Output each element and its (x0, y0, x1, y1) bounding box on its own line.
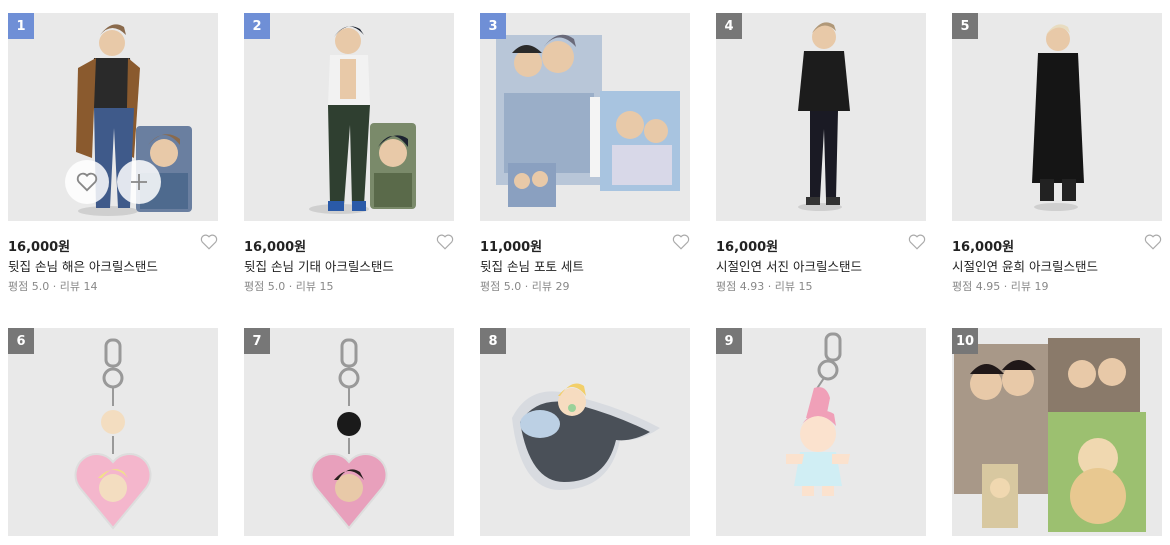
product-thumbnail[interactable]: 7 (244, 328, 454, 536)
product-meta: 평점 4.93 · 리뷰 15 (716, 280, 813, 293)
product-reviews: 리뷰 15 (774, 280, 813, 293)
product-card[interactable]: 8 (480, 328, 690, 536)
product-image (496, 34, 680, 207)
rank-badge: 3 (480, 13, 506, 39)
product-image (309, 26, 416, 214)
product-name[interactable]: 뒷집 손님 해은 아크릴스탠드 (8, 256, 158, 275)
product-card[interactable]: 6 (8, 328, 218, 536)
rank-badge: 1 (8, 13, 34, 39)
rank-badge: 6 (8, 328, 34, 354)
product-thumbnail[interactable]: 4 (716, 13, 926, 221)
product-meta: 평점 4.95 · 리뷰 19 (952, 280, 1049, 293)
product-image (74, 338, 152, 530)
product-thumbnail[interactable]: 8 (480, 328, 690, 536)
product-card[interactable]: 7 (244, 328, 454, 536)
heart-icon[interactable] (436, 233, 454, 251)
product-card[interactable]: 4 16,000원 시절인연 서진 아크릴스탠드 평점 4.93 · 리뷰 15 (716, 13, 926, 293)
product-thumbnail[interactable]: 5 (952, 13, 1162, 221)
product-name[interactable]: 뒷집 손님 포토 세트 (480, 256, 584, 275)
product-thumbnail[interactable]: 1 (8, 13, 218, 221)
product-price: 16,000원 (716, 240, 779, 255)
product-thumbnail[interactable]: 10 (952, 328, 1162, 536)
product-image (798, 22, 850, 211)
rank-badge: 2 (244, 13, 270, 39)
product-reviews: 리뷰 29 (531, 280, 570, 293)
product-image (512, 383, 660, 490)
product-reviews: 리뷰 14 (59, 280, 98, 293)
heart-icon[interactable] (1144, 233, 1162, 251)
add-overlay-button[interactable] (117, 160, 161, 204)
product-meta: 평점 5.0 · 리뷰 15 (244, 280, 334, 293)
rank-badge: 10 (952, 328, 978, 354)
product-name[interactable]: 시절인연 서진 아크릴스탠드 (716, 256, 862, 275)
product-image (786, 332, 850, 496)
product-rating: 평점 5.0 (8, 280, 50, 293)
product-card[interactable]: 9 (716, 328, 926, 536)
heart-icon[interactable] (908, 233, 926, 251)
heart-outline-icon (76, 172, 98, 192)
rank-badge: 5 (952, 13, 978, 39)
rank-badge: 7 (244, 328, 270, 354)
rank-badge: 4 (716, 13, 742, 39)
product-image (954, 338, 1146, 532)
product-reviews: 리뷰 15 (295, 280, 334, 293)
plus-icon (131, 174, 147, 190)
product-rating: 평점 5.0 (244, 280, 286, 293)
product-price: 16,000원 (8, 240, 71, 255)
product-card[interactable]: 2 16,000원 뒷집 손님 기태 아크릴스탠드 평점 5.0 · 리뷰 15 (244, 13, 454, 293)
product-card[interactable]: 1 16,000원 뒷집 손님 해은 아크릴스탠드 평점 5.0 · 리뷰 14 (8, 13, 218, 293)
product-image (76, 24, 192, 216)
wish-overlay-button[interactable] (65, 160, 109, 204)
product-meta: 평점 5.0 · 리뷰 29 (480, 280, 570, 293)
heart-icon[interactable] (200, 233, 218, 251)
product-rating: 평점 4.95 (952, 280, 1001, 293)
product-image (310, 338, 388, 530)
product-thumbnail[interactable]: 6 (8, 328, 218, 536)
product-rating: 평점 4.93 (716, 280, 765, 293)
product-price: 11,000원 (480, 240, 543, 255)
product-card[interactable]: 3 11,000원 뒷집 손님 포토 세트 평점 5.0 · 리뷰 29 (480, 13, 690, 293)
product-name[interactable]: 뒷집 손님 기태 아크릴스탠드 (244, 256, 394, 275)
heart-icon[interactable] (672, 233, 690, 251)
product-thumbnail[interactable]: 9 (716, 328, 926, 536)
product-meta: 평점 5.0 · 리뷰 14 (8, 280, 98, 293)
product-thumbnail[interactable]: 3 (480, 13, 690, 221)
product-rating: 평점 5.0 (480, 280, 522, 293)
product-name[interactable]: 시절인연 윤희 아크릴스탠드 (952, 256, 1098, 275)
product-image (1032, 24, 1084, 211)
product-thumbnail[interactable]: 2 (244, 13, 454, 221)
product-price: 16,000원 (244, 240, 307, 255)
product-price: 16,000원 (952, 240, 1015, 255)
product-card[interactable]: 10 (952, 328, 1162, 536)
rank-badge: 9 (716, 328, 742, 354)
product-reviews: 리뷰 19 (1010, 280, 1049, 293)
rank-badge: 8 (480, 328, 506, 354)
product-card[interactable]: 5 16,000원 시절인연 윤희 아크릴스탠드 평점 4.95 · 리뷰 19 (952, 13, 1162, 293)
